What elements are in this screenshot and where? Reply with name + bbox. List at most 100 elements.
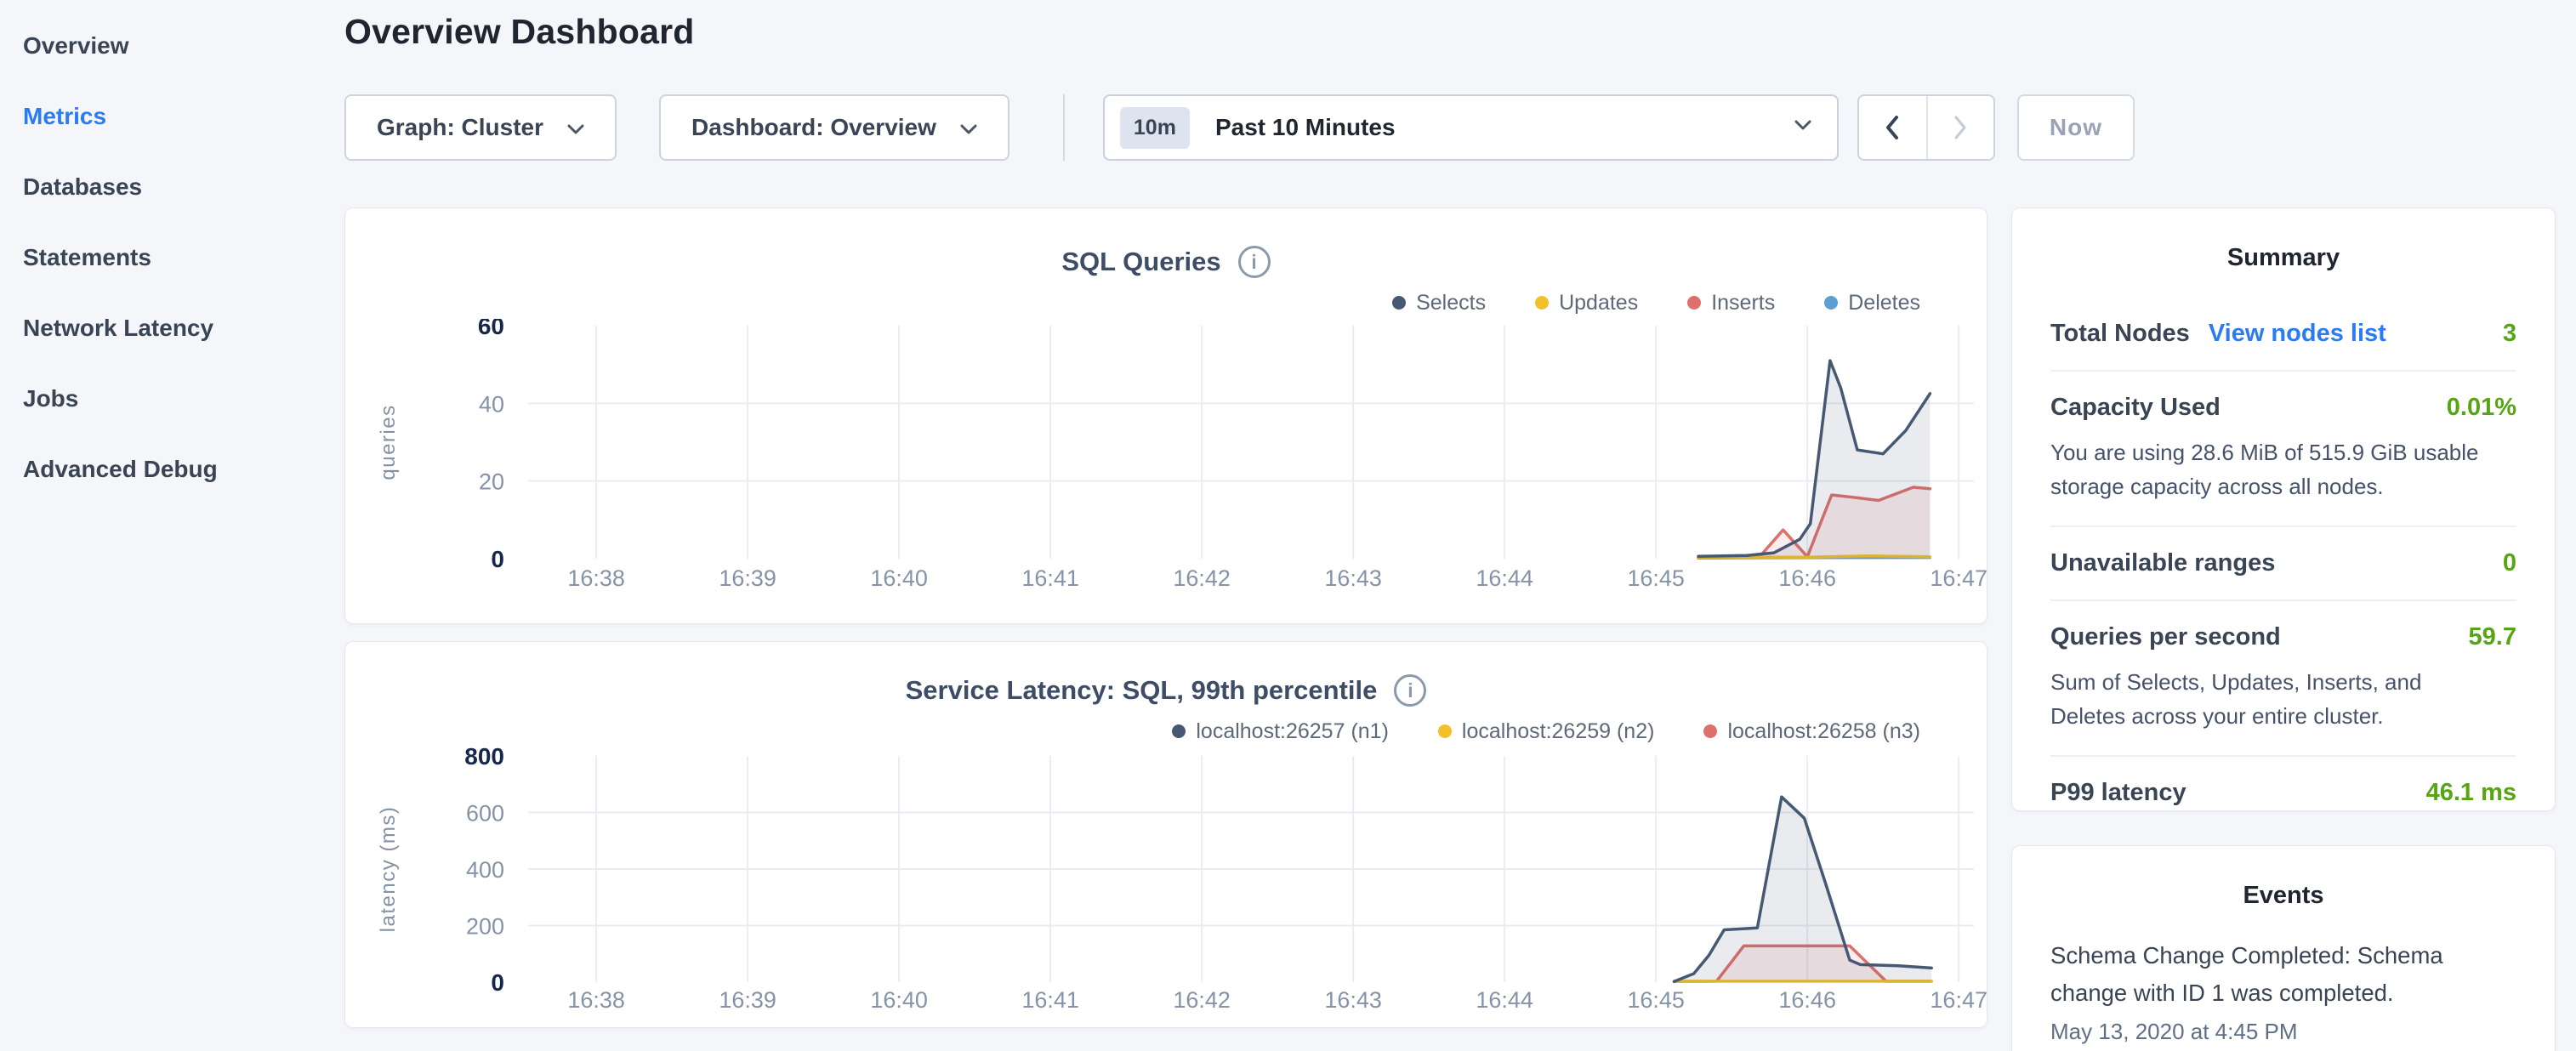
service-latency-chart-card: Service Latency: SQL, 99th percentile i … [344, 641, 1987, 1028]
svg-text:16:39: 16:39 [719, 987, 776, 1011]
time-prev-button[interactable] [1859, 96, 1926, 159]
chart-plot-area[interactable]: 16:38 16:39 16:40 16:41 16:42 16:43 16:44 16:45… [345, 747, 1987, 1015]
legend-dot-icon [1824, 296, 1838, 310]
svg-text:16:44: 16:44 [1476, 565, 1533, 591]
svg-text:16:40: 16:40 [870, 987, 928, 1011]
summary-label: Unavailable ranges [2050, 549, 2275, 577]
svg-text:16:38: 16:38 [567, 987, 625, 1011]
legend-label: Inserts [1711, 291, 1775, 315]
svg-text:40: 40 [479, 391, 504, 417]
view-nodes-list-link[interactable]: View nodes list [2209, 320, 2386, 348]
time-next-button[interactable] [1926, 96, 1993, 159]
svg-text:16:47: 16:47 [1930, 987, 1987, 1011]
time-window-label: Past 10 Minutes [1215, 114, 1794, 141]
legend-item[interactable]: Deletes [1824, 290, 1920, 315]
app-root: OverviewMetricsDatabasesStatementsNetwor… [0, 0, 2576, 1051]
graph-selector-dropdown[interactable]: Graph: Cluster [344, 94, 617, 161]
chevron-down-icon [567, 114, 584, 141]
legend-dot-icon [1535, 296, 1549, 310]
legend-dot-icon [1438, 724, 1452, 738]
chart-svg[interactable]: 16:38 16:39 16:40 16:41 16:42 16:43 16:44 16:45… [345, 319, 1987, 599]
chevron-down-icon [960, 114, 977, 141]
svg-text:queries: queries [377, 404, 400, 480]
summary-row-queries-per-second: Queries per second 59.7 Sum of Selects, … [2050, 601, 2516, 755]
info-icon[interactable]: i [1394, 674, 1426, 707]
time-window-badge: 10m [1120, 107, 1190, 149]
legend-item[interactable]: localhost:26258 (n3) [1703, 719, 1920, 744]
svg-text:16:46: 16:46 [1778, 565, 1836, 591]
svg-text:16:43: 16:43 [1324, 565, 1382, 591]
svg-text:16:38: 16:38 [567, 565, 625, 591]
svg-text:16:47: 16:47 [1930, 565, 1987, 591]
svg-text:16:45: 16:45 [1627, 565, 1685, 591]
legend-dot-icon [1172, 724, 1186, 738]
legend-item[interactable]: Selects [1392, 290, 1486, 315]
graph-selector-label: Graph: Cluster [377, 114, 543, 141]
chart-header: Service Latency: SQL, 99th percentile i [345, 674, 1987, 707]
legend-dot-icon [1703, 724, 1717, 738]
chart-title: Service Latency: SQL, 99th percentile [906, 675, 1378, 706]
summary-rows: Total Nodes View nodes list 3 Capacity U… [2050, 298, 2516, 829]
main-content: Overview Dashboard Graph: Cluster Dashbo… [344, 0, 2576, 1051]
dashboard-selector-dropdown[interactable]: Dashboard: Overview [659, 94, 1009, 161]
charts-column: SQL Queries i Selects Updates Inserts Delet… [344, 207, 1987, 1051]
controls-bar: Graph: Cluster Dashboard: Overview 10m P… [344, 94, 2556, 161]
legend-item[interactable]: localhost:26259 (n2) [1438, 719, 1655, 744]
event-message[interactable]: Schema Change Completed: Schema change w… [2050, 937, 2516, 1012]
summary-row-p99-latency: P99 latency 46.1 ms [2050, 757, 2516, 829]
time-pager [1857, 94, 1995, 161]
info-icon[interactable]: i [1238, 246, 1271, 278]
summary-value: 0.01% [2447, 394, 2516, 422]
summary-description: Sum of Selects, Updates, Inserts, and De… [2050, 665, 2501, 733]
chart-svg[interactable]: 16:38 16:39 16:40 16:41 16:42 16:43 16:44 16:45… [345, 747, 1987, 1011]
svg-text:16:41: 16:41 [1021, 565, 1079, 591]
time-range-dropdown[interactable]: 10m Past 10 Minutes [1103, 94, 1839, 161]
sidebar-nav: OverviewMetricsDatabasesStatementsNetwor… [0, 0, 344, 1051]
chart-header: SQL Queries i [345, 246, 1987, 278]
right-panel: Summary Total Nodes View nodes list 3 [2011, 207, 2556, 1051]
sql-queries-chart-card: SQL Queries i Selects Updates Inserts Delet… [344, 207, 1987, 624]
legend-item[interactable]: Inserts [1687, 290, 1775, 315]
summary-value: 3 [2503, 320, 2516, 348]
svg-text:16:44: 16:44 [1476, 987, 1533, 1011]
svg-text:600: 600 [466, 801, 504, 827]
sidebar-item-metrics[interactable]: Metrics [23, 81, 344, 151]
svg-text:latency (ms): latency (ms) [377, 806, 400, 933]
legend-label: localhost:26259 (n2) [1462, 719, 1655, 744]
summary-value: 46.1 ms [2426, 779, 2516, 807]
sidebar-item-overview[interactable]: Overview [23, 10, 344, 81]
summary-row-total-nodes: Total Nodes View nodes list 3 [2050, 298, 2516, 370]
svg-text:16:40: 16:40 [870, 565, 928, 591]
svg-text:16:46: 16:46 [1778, 987, 1836, 1011]
now-button[interactable]: Now [2017, 94, 2135, 161]
events-title: Events [2050, 882, 2516, 910]
legend-item[interactable]: localhost:26257 (n1) [1172, 719, 1389, 744]
sidebar-item-jobs[interactable]: Jobs [23, 363, 344, 434]
sidebar-item-statements[interactable]: Statements [23, 222, 344, 293]
sidebar-item-databases[interactable]: Databases [23, 151, 344, 222]
svg-text:400: 400 [466, 857, 504, 883]
legend-label: localhost:26257 (n1) [1196, 719, 1389, 744]
sidebar-item-advanced-debug[interactable]: Advanced Debug [23, 434, 344, 504]
svg-text:16:39: 16:39 [719, 565, 776, 591]
dashboard-selector-label: Dashboard: Overview [691, 114, 936, 141]
chart-plot-area[interactable]: 16:38 16:39 16:40 16:41 16:42 16:43 16:44 16:45… [345, 319, 1987, 604]
dashboard-content: SQL Queries i Selects Updates Inserts Delet… [344, 207, 2556, 1051]
summary-label: Queries per second [2050, 623, 2281, 651]
svg-text:16:45: 16:45 [1627, 987, 1685, 1011]
legend-item[interactable]: Updates [1535, 290, 1638, 315]
events-panel: Events Schema Change Completed: Schema c… [2011, 845, 2556, 1051]
svg-text:16:42: 16:42 [1173, 565, 1231, 591]
summary-row-capacity-used: Capacity Used 0.01% You are using 28.6 M… [2050, 372, 2516, 526]
svg-text:16:41: 16:41 [1021, 987, 1079, 1011]
sidebar-item-network-latency[interactable]: Network Latency [23, 293, 344, 363]
svg-text:16:42: 16:42 [1173, 987, 1231, 1011]
legend-label: localhost:26258 (n3) [1727, 719, 1920, 744]
chart-title: SQL Queries [1061, 247, 1220, 277]
summary-row-unavailable-ranges: Unavailable ranges 0 [2050, 527, 2516, 599]
summary-value: 0 [2503, 549, 2516, 577]
legend-label: Selects [1416, 291, 1486, 315]
event-timestamp: May 13, 2020 at 4:45 PM [2050, 1019, 2516, 1045]
summary-panel: Summary Total Nodes View nodes list 3 [2011, 207, 2556, 811]
svg-text:16:43: 16:43 [1324, 987, 1382, 1011]
